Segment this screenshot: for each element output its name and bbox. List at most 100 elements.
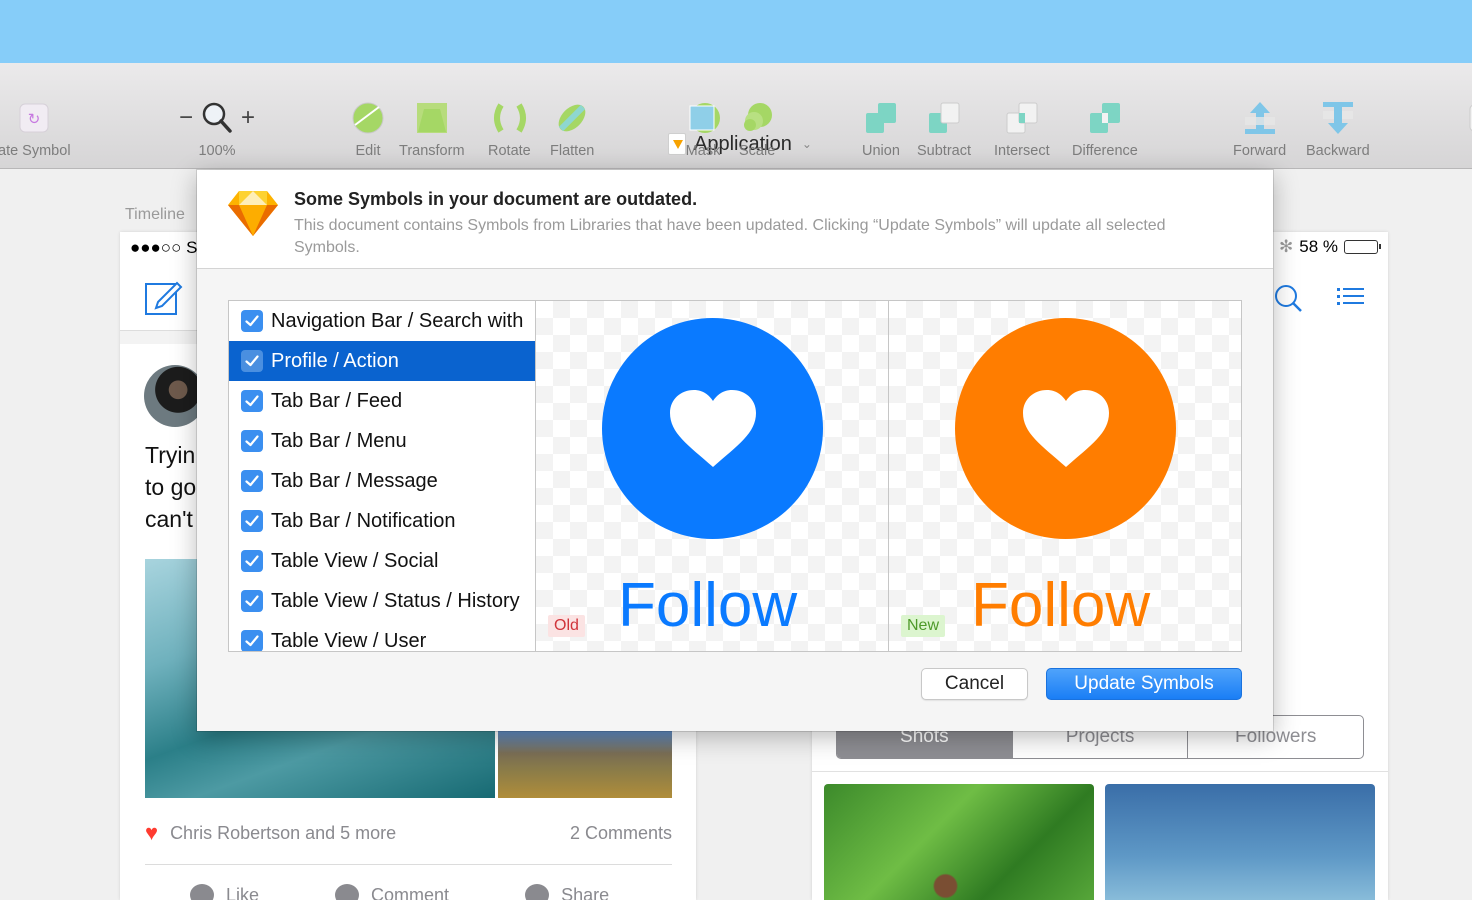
- search-icon: [1274, 284, 1304, 319]
- shot-thumbnail: [1105, 784, 1375, 900]
- post-photo-elephant: [498, 729, 672, 798]
- checkbox[interactable]: [241, 550, 263, 572]
- rotate-button[interactable]: Rotate: [488, 100, 531, 159]
- intersect-button[interactable]: Intersect: [994, 100, 1050, 159]
- like-action: Like: [190, 884, 259, 900]
- dialog-description: This document contains Symbols from Libr…: [294, 217, 1166, 256]
- scale-button[interactable]: Scale: [739, 100, 775, 159]
- dialog-title: Some Symbols in your document are outdat…: [294, 189, 698, 209]
- union-button[interactable]: Union: [862, 100, 900, 159]
- checkbox[interactable]: [241, 630, 263, 651]
- edit-icon: [350, 100, 386, 136]
- dialog-header: Some Symbols in your document are outdat…: [197, 170, 1273, 269]
- symbol-list[interactable]: Navigation Bar / Search with Profile / Ac…: [229, 301, 536, 651]
- checkbox[interactable]: [241, 390, 263, 412]
- flatten-button[interactable]: Flatten: [550, 100, 594, 159]
- checkbox[interactable]: [241, 310, 263, 332]
- symbol-list-item[interactable]: Table View / Status / History: [229, 581, 535, 621]
- symbol-list-item[interactable]: Profile / Action: [229, 341, 535, 381]
- forward-button[interactable]: Forward: [1233, 100, 1286, 159]
- difference-icon: [1087, 100, 1123, 136]
- magnifier-icon: [202, 102, 232, 133]
- difference-button[interactable]: Difference: [1072, 100, 1138, 159]
- symbol-name: Navigation Bar / Search with: [271, 309, 524, 332]
- update-symbols-button[interactable]: Update Symbols: [1046, 668, 1242, 700]
- heart-icon: ♥: [145, 820, 159, 845]
- post-divider: [145, 864, 672, 865]
- symbol-list-item[interactable]: Tab Bar / Menu: [229, 421, 535, 461]
- new-follow-label: Follow: [971, 571, 1151, 640]
- symbol-name: Profile / Action: [271, 349, 399, 372]
- edit-button[interactable]: Edit: [350, 100, 386, 159]
- likes-row: ♥ Chris Robertson and 5 more 2 Comments: [145, 820, 672, 845]
- segment-divider: [812, 771, 1388, 772]
- update-symbols-dialog: Some Symbols in your document are outdat…: [197, 170, 1273, 731]
- share-action: Share: [525, 884, 609, 900]
- like-icon: [190, 884, 214, 900]
- zoom-in-button[interactable]: +: [241, 104, 255, 132]
- checkbox[interactable]: [241, 510, 263, 532]
- checkbox[interactable]: [241, 350, 263, 372]
- symbol-name: Table View / Status / History: [271, 589, 520, 612]
- checkbox[interactable]: [241, 430, 263, 452]
- symbol-list-item[interactable]: Tab Bar / Message: [229, 461, 535, 501]
- svg-text:↻: ↻: [28, 110, 41, 128]
- post-text: Tryin to go can't: [145, 442, 197, 532]
- signal-status: ●●●○○ S: [130, 238, 198, 257]
- backward-icon: [1320, 100, 1356, 136]
- comment-icon: [335, 884, 360, 900]
- list-icon: [1337, 287, 1365, 312]
- old-badge: Old: [548, 615, 585, 637]
- create-symbol-icon: ↻: [16, 100, 52, 136]
- transform-icon: [414, 100, 450, 136]
- flatten-icon: [554, 100, 590, 136]
- zoom-control: − + 100%: [174, 100, 260, 159]
- desktop-background: [0, 0, 1472, 63]
- backward-button[interactable]: Backward: [1306, 100, 1370, 159]
- symbol-name: Tab Bar / Notification: [271, 509, 456, 532]
- old-preview: Follow Old: [536, 301, 889, 651]
- dialog-body: Navigation Bar / Search with Profile / Ac…: [228, 300, 1242, 652]
- symbol-list-item[interactable]: Table View / User: [229, 621, 535, 651]
- mask-button[interactable]: Mask: [685, 100, 721, 159]
- subtract-icon: [926, 100, 962, 136]
- post-actions: Like Comment Share: [190, 884, 609, 900]
- symbol-name: Tab Bar / Menu: [271, 429, 407, 452]
- cancel-button[interactable]: Cancel: [921, 668, 1028, 700]
- rotate-icon: [491, 100, 527, 136]
- mask-icon: [685, 100, 721, 136]
- compose-icon: [144, 276, 184, 321]
- chevron-down-icon: ⌄: [801, 137, 812, 151]
- zoom-level: 100%: [198, 143, 236, 159]
- share-icon: [525, 884, 550, 900]
- symbol-name: Table View / Social: [271, 549, 439, 572]
- new-preview: Follow New: [889, 301, 1241, 651]
- transform-button[interactable]: Transform: [399, 100, 465, 159]
- union-icon: [863, 100, 899, 136]
- more-toolbar-button[interactable]: M: [1460, 100, 1472, 159]
- subtract-button[interactable]: Subtract: [917, 100, 971, 159]
- shot-thumbnail: [824, 784, 1094, 900]
- checkbox[interactable]: [241, 470, 263, 492]
- symbol-list-item[interactable]: Tab Bar / Feed: [229, 381, 535, 421]
- symbol-list-item[interactable]: Table View / Social: [229, 541, 535, 581]
- old-follow-label: Follow: [618, 571, 798, 640]
- comments-count: 2 Comments: [569, 822, 672, 843]
- scale-icon: [739, 100, 775, 136]
- new-follow-circle: [955, 318, 1176, 539]
- sketch-document-icon: [668, 133, 686, 155]
- artboard-label[interactable]: Timeline: [125, 206, 185, 224]
- intersect-icon: [1004, 100, 1040, 136]
- status-bar-right: ✻ 58 %: [1279, 237, 1381, 257]
- symbol-list-item[interactable]: Navigation Bar / Search with: [229, 301, 535, 341]
- heart-icon: [1022, 389, 1109, 467]
- zoom-out-button[interactable]: −: [179, 104, 193, 132]
- symbol-name: Tab Bar / Message: [271, 469, 438, 492]
- forward-icon: [1242, 100, 1278, 136]
- bluetooth-icon: ✻: [1279, 237, 1294, 256]
- create-symbol-button[interactable]: ↻ ate Symbol: [0, 100, 71, 159]
- sketch-logo-icon: [228, 190, 278, 241]
- checkbox[interactable]: [241, 590, 263, 612]
- symbol-name: Tab Bar / Feed: [271, 389, 403, 412]
- symbol-list-item[interactable]: Tab Bar / Notification: [229, 501, 535, 541]
